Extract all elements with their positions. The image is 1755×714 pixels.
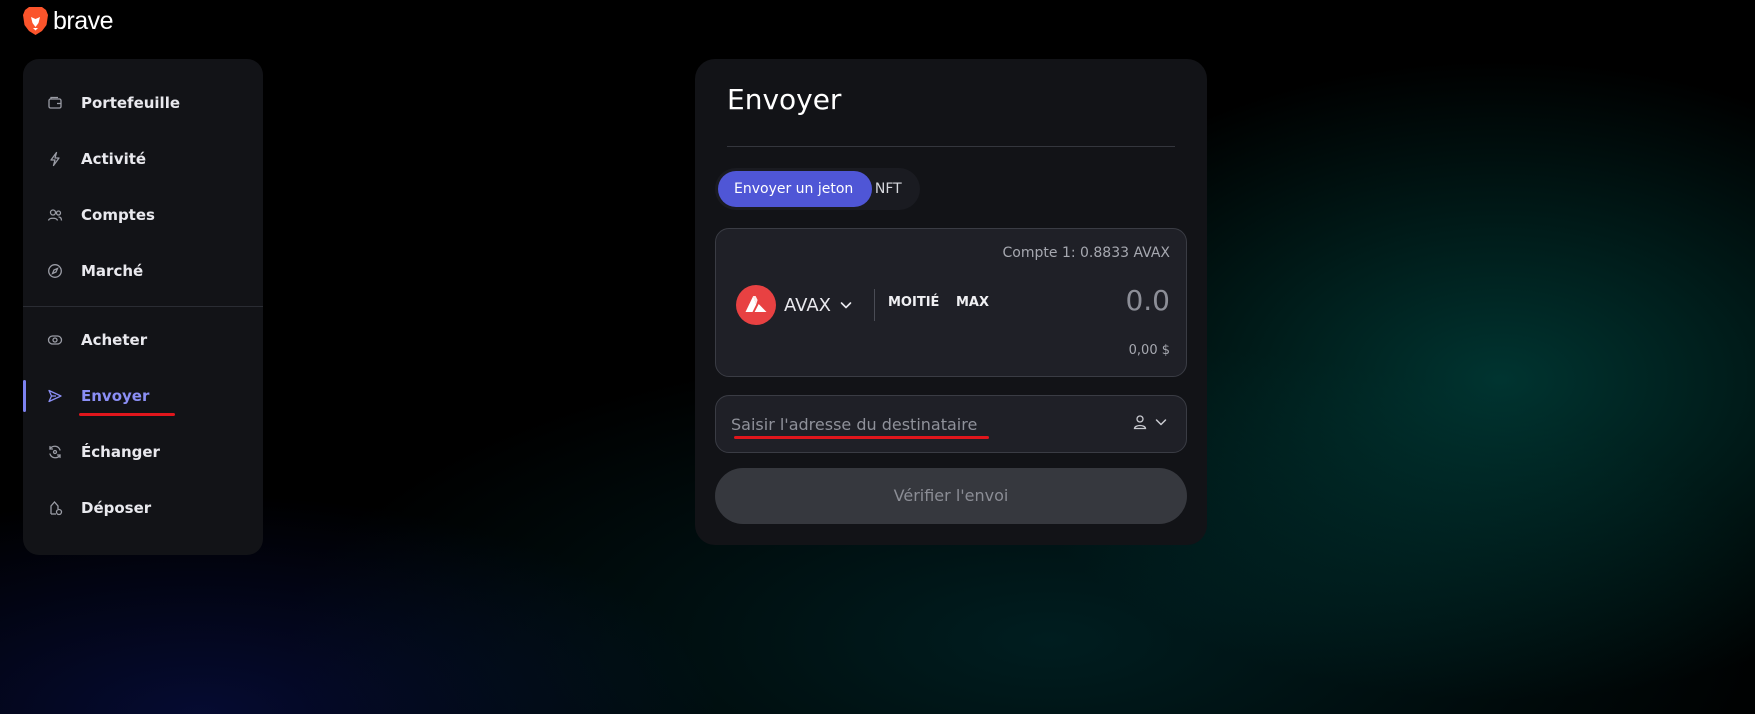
fiat-value: 0,00 $ — [1128, 343, 1170, 358]
sidebar-item-comptes[interactable]: Comptes — [23, 187, 263, 243]
accounts-icon — [47, 209, 63, 221]
compass-icon — [48, 264, 62, 278]
tab-send-token[interactable]: Envoyer un jeton — [718, 171, 872, 207]
sidebar-item-activite[interactable]: Activité — [23, 131, 263, 187]
swap-icon — [49, 445, 61, 459]
sidebar-item-label: Marché — [81, 262, 144, 280]
sidebar-item-label: Portefeuille — [81, 94, 181, 112]
asset-separator — [874, 289, 875, 321]
buy-card-icon — [47, 335, 63, 345]
sidebar-item-label: Échanger — [81, 443, 160, 461]
address-book-button[interactable] — [1132, 414, 1168, 430]
active-indicator — [23, 380, 26, 412]
sidebar-item-label: Envoyer — [81, 387, 150, 405]
deposit-icon — [50, 501, 63, 516]
sidebar-item-marche[interactable]: Marché — [23, 243, 263, 299]
page-title: Envoyer — [727, 83, 842, 116]
sidebar-item-echanger[interactable]: Échanger — [23, 424, 263, 480]
avax-logo-icon — [736, 285, 776, 325]
chevron-down-icon — [840, 302, 852, 309]
sidebar-item-envoyer[interactable]: Envoyer — [23, 368, 263, 424]
annotation-underline — [734, 436, 989, 439]
wallet-icon — [48, 96, 62, 109]
asset-selector[interactable]: AVAX — [736, 285, 853, 325]
sidebar-item-deposer[interactable]: Déposer — [23, 480, 263, 536]
sidebar-item-label: Activité — [81, 150, 147, 168]
brave-logo: brave — [22, 6, 114, 36]
person-icon — [1133, 415, 1147, 430]
chevron-down-icon — [1155, 419, 1167, 426]
title-divider — [727, 146, 1175, 147]
sidebar-divider — [23, 306, 263, 307]
lightning-icon — [50, 151, 60, 167]
max-button[interactable]: MAX — [956, 295, 989, 310]
review-send-button[interactable]: Vérifier l'envoi — [715, 468, 1187, 524]
annotation-underline — [79, 413, 175, 416]
amount-panel: Compte 1: 0.8833 AVAX AVAX MOITIÉ MAX 0.… — [715, 228, 1187, 377]
amount-input[interactable]: 0.0 — [1125, 284, 1170, 317]
send-type-toggle: Envoyer un NFT Envoyer un jeton — [715, 168, 920, 210]
sidebar-item-portefeuille[interactable]: Portefeuille — [23, 75, 263, 131]
sidebar-item-label: Comptes — [81, 206, 155, 224]
brave-lion-icon — [23, 7, 48, 35]
brave-wordmark: brave — [53, 7, 114, 35]
sidebar: Portefeuille Activité Comptes Marché Ach… — [23, 59, 263, 555]
recipient-field — [715, 395, 1187, 453]
sidebar-item-label: Déposer — [81, 499, 152, 517]
send-icon — [48, 389, 62, 403]
half-button[interactable]: MOITIÉ — [888, 295, 939, 310]
asset-symbol: AVAX — [784, 294, 831, 316]
send-card: Envoyer Envoyer un NFT Envoyer un jeton … — [695, 59, 1207, 545]
account-balance: Compte 1: 0.8833 AVAX — [1002, 245, 1170, 261]
sidebar-item-acheter[interactable]: Acheter — [23, 312, 263, 368]
sidebar-item-label: Acheter — [81, 331, 148, 349]
